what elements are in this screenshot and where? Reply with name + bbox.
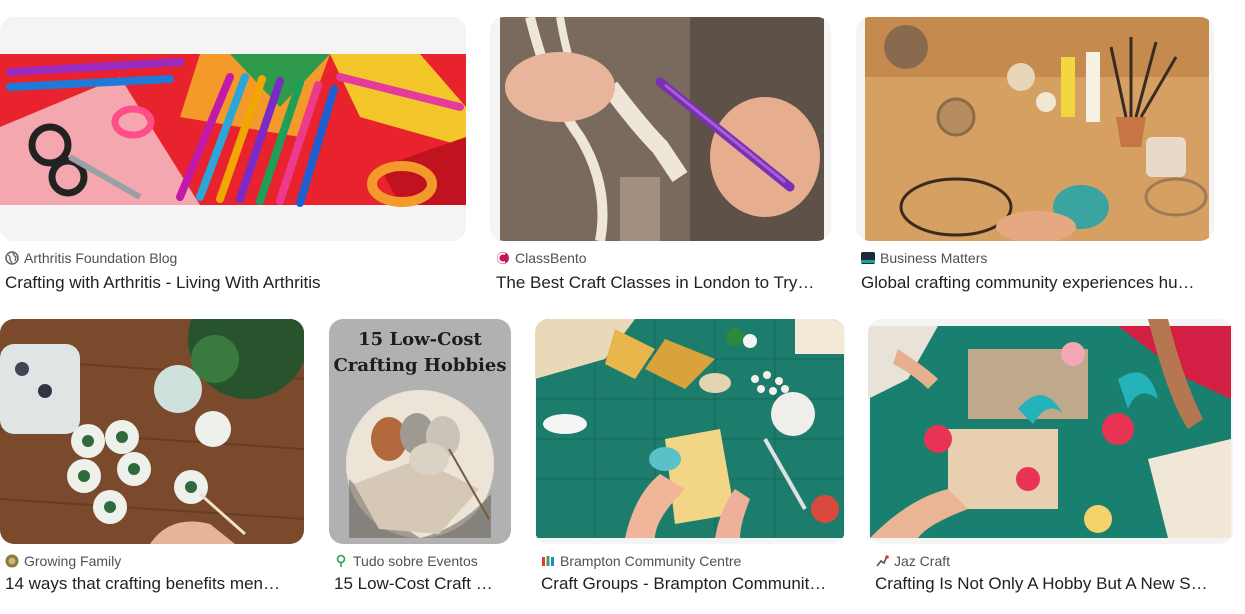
image-result-card[interactable]: Business Matters Global crafting communi… xyxy=(856,0,1216,300)
result-source[interactable]: Growing Family xyxy=(5,553,121,569)
source-label: Business Matters xyxy=(880,250,988,266)
result-source[interactable]: ClassBento xyxy=(496,250,587,266)
result-source[interactable]: Jaz Craft xyxy=(875,553,950,569)
result-source[interactable]: Business Matters xyxy=(861,250,987,266)
result-source[interactable]: Tudo sobre Eventos xyxy=(334,553,478,569)
result-thumbnail[interactable]: 15 Low-Cost Crafting Hobbies xyxy=(329,319,511,544)
source-label: Brampton Community Centre xyxy=(560,553,742,569)
image-result-card[interactable]: ClassBento The Best Craft Classes in Lon… xyxy=(490,0,835,300)
source-label: Growing Family xyxy=(24,553,122,569)
result-thumbnail[interactable] xyxy=(868,319,1233,544)
globe-icon xyxy=(5,251,19,265)
result-thumbnail[interactable] xyxy=(0,319,304,544)
image-result-card[interactable]: Growing Family 14 ways that crafting ben… xyxy=(0,300,306,614)
source-label: Tudo sobre Eventos xyxy=(353,553,478,569)
image-result-card[interactable]: Jaz Craft Crafting Is Not Only A Hobby B… xyxy=(868,300,1238,614)
source-label: ClassBento xyxy=(515,250,587,266)
image-result-card[interactable]: Brampton Community Centre Craft Groups -… xyxy=(535,300,848,614)
result-thumbnail[interactable] xyxy=(535,319,845,544)
result-title[interactable]: Crafting with Arthritis - Living With Ar… xyxy=(5,273,465,293)
business-matters-logo-icon xyxy=(861,251,875,265)
tudo-sobre-eventos-logo-icon xyxy=(334,554,348,568)
result-thumbnail[interactable] xyxy=(0,17,466,241)
result-thumbnail[interactable] xyxy=(856,17,1214,241)
classbento-logo-icon xyxy=(496,251,510,265)
result-thumbnail[interactable] xyxy=(490,17,831,241)
result-title[interactable]: 15 Low-Cost Craft … xyxy=(334,574,509,594)
result-title[interactable]: 14 ways that crafting benefits men… xyxy=(5,574,300,594)
growing-family-logo-icon xyxy=(5,554,19,568)
result-source[interactable]: Arthritis Foundation Blog xyxy=(5,250,177,266)
source-label: Jaz Craft xyxy=(894,553,951,569)
source-label: Arthritis Foundation Blog xyxy=(24,250,178,266)
result-source[interactable]: Brampton Community Centre xyxy=(541,553,741,569)
brampton-logo-icon xyxy=(541,554,555,568)
jaz-craft-logo-icon xyxy=(875,554,889,568)
result-title[interactable]: Craft Groups - Brampton Communit… xyxy=(541,574,837,594)
result-title[interactable]: Global crafting community experiences hu… xyxy=(861,273,1211,293)
image-result-card[interactable]: Arthritis Foundation Blog Crafting with … xyxy=(0,0,468,300)
result-title[interactable]: The Best Craft Classes in London to Try… xyxy=(496,273,828,293)
image-result-card[interactable]: 15 Low-Cost Crafting Hobbies Tudo sobre … xyxy=(328,300,514,614)
result-title[interactable]: Crafting Is Not Only A Hobby But A New S… xyxy=(875,574,1211,594)
